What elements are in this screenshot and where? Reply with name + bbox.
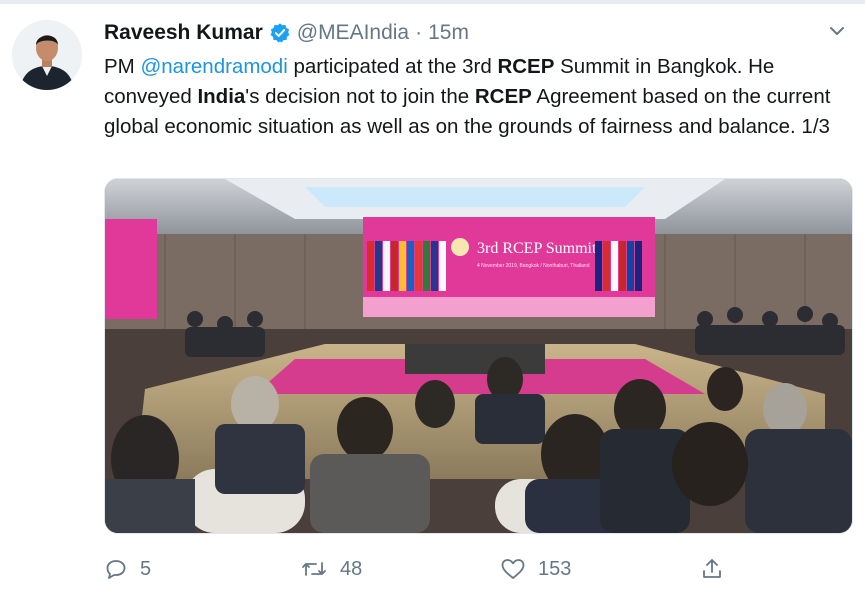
chevron-down-icon[interactable] [826, 20, 848, 42]
like-button[interactable]: 153 [500, 553, 571, 585]
avatar-photo [12, 20, 82, 90]
top-divider [0, 0, 865, 4]
reply-count: 5 [140, 557, 152, 580]
summit-hall-photo: 3rd RCEP Summit 4 November 2019, Bangkok… [105, 179, 852, 533]
author-name[interactable]: Raveesh Kumar [104, 21, 263, 45]
verified-badge-icon [269, 22, 291, 44]
reply-button[interactable]: 5 [104, 553, 151, 585]
tweet-actions: 5 48 153 [104, 553, 824, 585]
heart-icon [501, 559, 525, 579]
banner-title: 3rd RCEP Summit [477, 240, 597, 257]
like-count: 153 [538, 557, 572, 580]
retweet-button[interactable]: 48 [300, 553, 362, 585]
tweet-timestamp[interactable]: 15m [428, 21, 469, 45]
mention-link[interactable]: @narendramodi [140, 55, 287, 78]
author-handle[interactable]: @MEAIndia [297, 21, 409, 45]
avatar[interactable] [12, 20, 82, 90]
retweet-count: 48 [340, 557, 363, 580]
tweet-text: PM @narendramodi participated at the 3rd… [104, 52, 854, 142]
retweet-icon [302, 562, 326, 576]
banner-subtitle: 4 November 2019, Bangkok / Nonthaburi, T… [477, 263, 590, 269]
tweet-text-segment: PM [104, 55, 141, 78]
share-button[interactable] [700, 553, 736, 585]
bold-text: India [197, 85, 246, 108]
tweet-text-segment: 's decision not to join the [245, 85, 475, 108]
tweet-photo[interactable]: 3rd RCEP Summit 4 November 2019, Bangkok… [104, 178, 853, 534]
bold-text: RCEP [474, 85, 532, 108]
tweet-text-segment: participated at the 3rd [287, 55, 498, 78]
reply-icon [106, 560, 126, 579]
tweet-header: Raveesh Kumar @MEAIndia · 15m [104, 16, 824, 50]
header-separator: · [415, 21, 423, 44]
share-icon [703, 559, 721, 578]
bold-text: RCEP [497, 55, 555, 78]
